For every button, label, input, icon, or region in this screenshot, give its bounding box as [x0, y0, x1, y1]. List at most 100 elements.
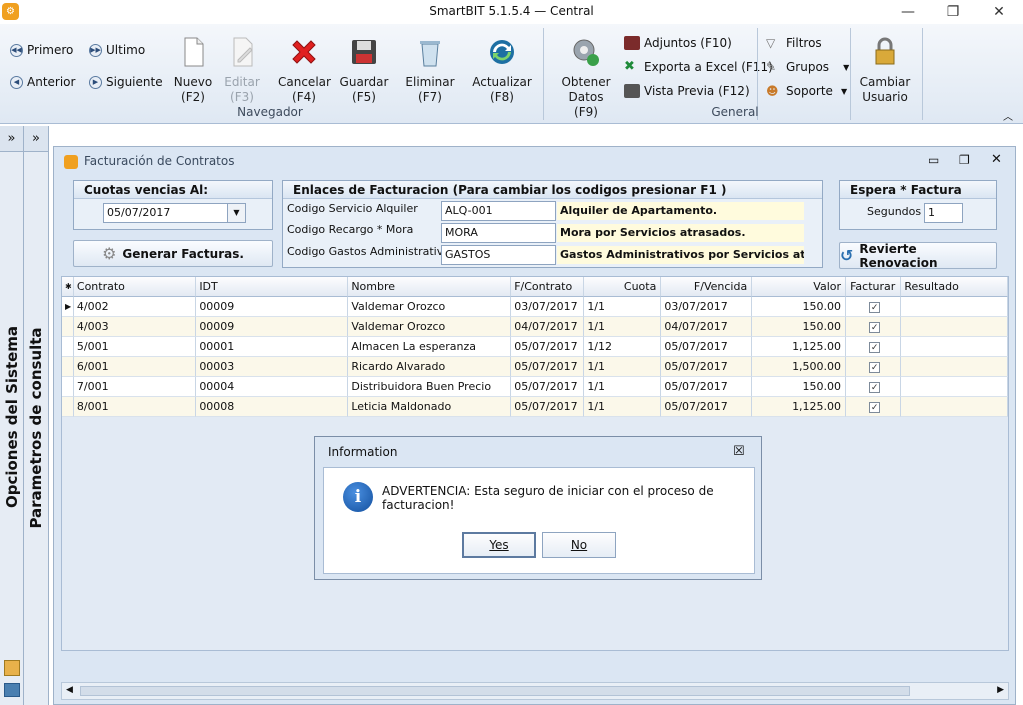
exporta-excel-button[interactable]: ✖ Exporta a Excel (F11): [624, 60, 773, 75]
facturar-checkbox[interactable]: ✓: [846, 397, 902, 417]
column-header-contrato[interactable]: Contrato: [73, 277, 197, 297]
grid-cell[interactable]: 05/07/2017: [661, 357, 753, 377]
adjuntos-button[interactable]: Adjuntos (F10): [624, 36, 732, 50]
checkmark-icon[interactable]: ✓: [869, 362, 881, 373]
column-header-facturar[interactable]: Facturar: [846, 277, 902, 297]
grid-cell[interactable]: 1,125.00: [752, 337, 847, 357]
column-header-resultado[interactable]: Resultado: [901, 277, 1008, 297]
grid-cell[interactable]: 1/12: [584, 337, 662, 357]
obtener-datos-button[interactable]: Obtener Datos (F9): [556, 36, 616, 120]
resultado-cell[interactable]: [901, 297, 1008, 317]
generar-facturas-button[interactable]: ⚙ Generar Facturas.: [73, 240, 273, 267]
grid-cell[interactable]: 150.00: [752, 377, 847, 397]
facturar-checkbox[interactable]: ✓: [846, 377, 902, 397]
filtros-button[interactable]: ▽ Filtros: [766, 36, 822, 50]
grid-cell[interactable]: 05/07/2017: [511, 337, 585, 357]
grid-cell[interactable]: 00003: [196, 357, 349, 377]
column-header-fvencida[interactable]: F/Vencida: [661, 277, 753, 297]
grid-cell[interactable]: 6/001: [73, 357, 197, 377]
collapse-ribbon-icon[interactable]: ︿: [1003, 108, 1013, 123]
grid-cell[interactable]: 8/001: [73, 397, 197, 417]
side-panel-opciones[interactable]: » Opciones del Sistema: [0, 126, 24, 705]
grid-cell[interactable]: 05/07/2017: [511, 357, 585, 377]
grid-cell[interactable]: 1/1: [584, 357, 662, 377]
table-row[interactable]: 7/001 00004 Distribuidora Buen Precio 05/07…: [62, 377, 1008, 397]
previous-button[interactable]: ◀ Anterior: [10, 75, 75, 89]
actualizar-button[interactable]: Actualizar (F8): [470, 36, 534, 105]
grid-cell[interactable]: Ricardo Alvarado: [348, 357, 512, 377]
grid-cell[interactable]: Valdemar Orozco: [348, 297, 512, 317]
scrollbar-thumb[interactable]: [80, 686, 910, 696]
soporte-dropdown[interactable]: ☻ Soporte ▼: [766, 84, 847, 98]
scroll-left-icon[interactable]: ◀: [66, 685, 73, 695]
resultado-cell[interactable]: [901, 337, 1008, 357]
grid-cell[interactable]: 4/002: [73, 297, 197, 317]
table-row[interactable]: 5/001 00001 Almacen La esperanza 05/07/2017…: [62, 337, 1008, 357]
resultado-cell[interactable]: [901, 397, 1008, 417]
revierte-renovacion-button[interactable]: ↺ Revierte Renovacion: [839, 242, 997, 270]
cancelar-button[interactable]: Cancelar (F4): [278, 36, 331, 105]
restore-button[interactable]: ❐: [938, 2, 968, 22]
grid-cell[interactable]: 4/003: [73, 317, 197, 337]
minimize-button[interactable]: —: [893, 2, 923, 22]
child-minimize-button[interactable]: ▭: [928, 153, 939, 167]
resultado-cell[interactable]: [901, 377, 1008, 397]
monitor-icon[interactable]: [4, 683, 20, 697]
resultado-cell[interactable]: [901, 357, 1008, 377]
horizontal-scrollbar[interactable]: ◀ ▶: [61, 682, 1009, 700]
segundos-input[interactable]: 1: [924, 203, 963, 223]
checkmark-icon[interactable]: ✓: [869, 342, 881, 353]
checkmark-icon[interactable]: ✓: [869, 322, 881, 333]
checkmark-icon[interactable]: ✓: [869, 382, 881, 393]
grid-cell[interactable]: 00009: [196, 317, 349, 337]
facturar-checkbox[interactable]: ✓: [846, 337, 902, 357]
grid-cell[interactable]: 1/1: [584, 317, 662, 337]
column-header-idt[interactable]: IDT: [196, 277, 349, 297]
grid-cell[interactable]: 5/001: [73, 337, 197, 357]
grid-cell[interactable]: 00009: [196, 297, 349, 317]
no-button[interactable]: No: [542, 532, 616, 558]
grid-cell[interactable]: 00008: [196, 397, 349, 417]
column-header-nombre[interactable]: Nombre: [348, 277, 512, 297]
child-close-button[interactable]: ✕: [991, 152, 1002, 167]
table-row[interactable]: ▶ 4/002 00009 Valdemar Orozco 03/07/2017 1/1 0…: [62, 297, 1008, 317]
table-row[interactable]: 6/001 00003 Ricardo Alvarado 05/07/2017 1/1 0…: [62, 357, 1008, 377]
vista-previa-button[interactable]: Vista Previa (F12): [624, 84, 750, 98]
codigo-gastos-input[interactable]: GASTOS: [441, 245, 556, 265]
grid-cell[interactable]: 00001: [196, 337, 349, 357]
dialog-close-button[interactable]: ☒: [733, 437, 745, 467]
checkmark-icon[interactable]: ✓: [869, 302, 881, 313]
expand-icon[interactable]: »: [0, 126, 23, 152]
table-row[interactable]: 4/003 00009 Valdemar Orozco 04/07/2017 1/1 04…: [62, 317, 1008, 337]
scroll-right-icon[interactable]: ▶: [997, 685, 1004, 695]
facturar-checkbox[interactable]: ✓: [846, 317, 902, 337]
grid-cell[interactable]: 1,500.00: [752, 357, 847, 377]
resultado-cell[interactable]: [901, 317, 1008, 337]
checkmark-icon[interactable]: ✓: [869, 402, 881, 413]
grid-cell[interactable]: 03/07/2017: [661, 297, 753, 317]
codigo-mora-input[interactable]: MORA: [441, 223, 556, 243]
grid-cell[interactable]: Distribuidora Buen Precio: [348, 377, 512, 397]
facturar-checkbox[interactable]: ✓: [846, 297, 902, 317]
grid-cell[interactable]: 05/07/2017: [661, 337, 753, 357]
grid-cell[interactable]: 03/07/2017: [511, 297, 585, 317]
table-row[interactable]: 8/001 00008 Leticia Maldonado 05/07/2017 1/1…: [62, 397, 1008, 417]
last-button[interactable]: ▶▶ Ultimo: [89, 43, 145, 57]
next-button[interactable]: ▶ Siguiente: [89, 75, 163, 89]
side-panel-parametros[interactable]: » Parametros de consulta: [24, 126, 49, 705]
grid-cell[interactable]: 1,125.00: [752, 397, 847, 417]
facturar-checkbox[interactable]: ✓: [846, 357, 902, 377]
eliminar-button[interactable]: Eliminar (F7): [403, 36, 457, 105]
grid-cell[interactable]: 150.00: [752, 297, 847, 317]
column-header-valor[interactable]: Valor: [752, 277, 847, 297]
codigo-alquiler-input[interactable]: ALQ-001: [441, 201, 556, 221]
grid-cell[interactable]: 05/07/2017: [511, 377, 585, 397]
child-restore-button[interactable]: ❐: [959, 153, 970, 167]
grid-cell[interactable]: 05/07/2017: [511, 397, 585, 417]
grid-cell[interactable]: Leticia Maldonado: [348, 397, 512, 417]
grid-cell[interactable]: Valdemar Orozco: [348, 317, 512, 337]
nuevo-button[interactable]: Nuevo (F2): [172, 36, 214, 105]
chevron-down-icon[interactable]: ▼: [227, 204, 245, 222]
grupos-dropdown[interactable]: ✎ Grupos ▼: [766, 60, 849, 74]
grid-cell[interactable]: 1/1: [584, 377, 662, 397]
